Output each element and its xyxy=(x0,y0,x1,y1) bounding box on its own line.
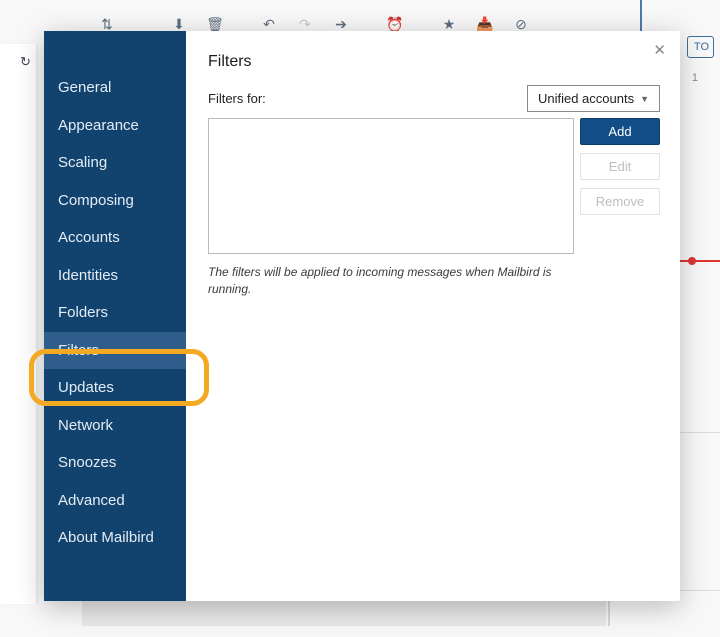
settings-sidebar: General Appearance Scaling Composing Acc… xyxy=(44,31,186,601)
today-button: TO xyxy=(687,36,714,58)
panel-title: Filters xyxy=(208,53,660,71)
download-icon: ⬇ xyxy=(172,16,186,32)
sidebar-item-general[interactable]: General xyxy=(44,69,186,107)
archive-icon: 📥 xyxy=(478,16,492,32)
remove-button: Remove xyxy=(580,188,660,215)
sidebar-item-network[interactable]: Network xyxy=(44,407,186,445)
account-dropdown[interactable]: Unified accounts ▼ xyxy=(527,85,660,112)
close-icon: ✕ xyxy=(653,42,666,59)
block-icon: ⊘ xyxy=(514,16,528,32)
sidebar-item-folders[interactable]: Folders xyxy=(44,294,186,332)
bg-left-rail xyxy=(0,44,36,604)
sidebar-item-about[interactable]: About Mailbird xyxy=(44,519,186,557)
sidebar-item-filters[interactable]: Filters xyxy=(44,332,186,370)
close-button[interactable]: ✕ xyxy=(653,41,666,59)
dropdown-selected-label: Unified accounts xyxy=(538,91,634,106)
filters-help-text: The filters will be applied to incoming … xyxy=(208,264,578,298)
filters-listbox[interactable] xyxy=(208,118,574,254)
forward-icon: ➔ xyxy=(334,16,348,32)
star-icon: ★ xyxy=(442,16,456,32)
sidebar-item-accounts[interactable]: Accounts xyxy=(44,219,186,257)
sidebar-item-label: Snoozes xyxy=(58,454,116,471)
chevron-down-icon: ▼ xyxy=(640,94,649,104)
sidebar-item-label: About Mailbird xyxy=(58,529,154,546)
sidebar-item-label: Scaling xyxy=(58,154,107,171)
sidebar-item-composing[interactable]: Composing xyxy=(44,182,186,220)
edit-button: Edit xyxy=(580,153,660,180)
sidebar-item-label: Appearance xyxy=(58,117,139,134)
bg-bottom-panel xyxy=(82,600,606,626)
sidebar-item-label: Folders xyxy=(58,304,108,321)
sidebar-item-appearance[interactable]: Appearance xyxy=(44,107,186,145)
sidebar-item-advanced[interactable]: Advanced xyxy=(44,482,186,520)
bg-bottom-divider xyxy=(608,600,610,626)
bg-day-number: 1 xyxy=(692,72,698,84)
bg-toolbar: ⇅ ⬇ 🗑 ↶ ↷ ➔ ⏰ ★ 📥 ⊘ xyxy=(100,16,528,32)
settings-modal: General Appearance Scaling Composing Acc… xyxy=(44,31,680,601)
sort-icon: ⇅ xyxy=(100,16,114,32)
sidebar-item-scaling[interactable]: Scaling xyxy=(44,144,186,182)
sidebar-item-label: Network xyxy=(58,417,113,434)
delete-icon: 🗑 xyxy=(208,16,222,32)
sidebar-item-identities[interactable]: Identities xyxy=(44,257,186,295)
settings-content: ✕ Filters Filters for: Unified accounts … xyxy=(186,31,680,601)
sidebar-item-label: Composing xyxy=(58,192,134,209)
add-button[interactable]: Add xyxy=(580,118,660,145)
sidebar-item-snoozes[interactable]: Snoozes xyxy=(44,444,186,482)
sidebar-item-label: Updates xyxy=(58,379,114,396)
reply-all-icon: ↷ xyxy=(298,16,312,32)
filters-for-label: Filters for: xyxy=(208,91,266,106)
sidebar-item-label: Filters xyxy=(58,342,99,359)
snooze-icon: ⏰ xyxy=(388,16,402,32)
sidebar-item-updates[interactable]: Updates xyxy=(44,369,186,407)
sidebar-item-label: Advanced xyxy=(58,492,125,509)
sidebar-item-label: Identities xyxy=(58,267,118,284)
sidebar-item-label: General xyxy=(58,79,111,96)
reply-icon: ↶ xyxy=(262,16,276,32)
refresh-icon: ↻ xyxy=(20,54,31,70)
sidebar-item-label: Accounts xyxy=(58,229,120,246)
